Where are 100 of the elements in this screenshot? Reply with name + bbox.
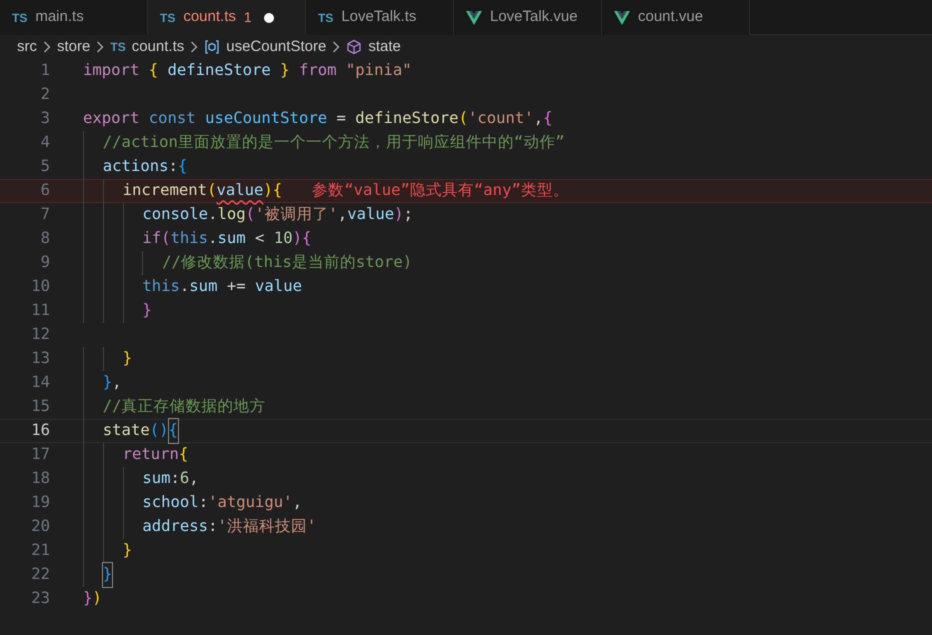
editor-tab[interactable]: count.vue (602, 0, 750, 35)
code-token: value (216, 180, 264, 202)
code-token: school (142, 492, 199, 514)
code-token: ; (404, 204, 413, 226)
code-token: { (178, 444, 188, 466)
code-token: = (336, 108, 347, 130)
line-number: 18 (30, 468, 50, 490)
line-number: 3 (40, 108, 50, 130)
line-number: 11 (30, 300, 50, 322)
code-token: } (122, 348, 132, 370)
code-token: ( (207, 180, 216, 202)
code-token: const (148, 108, 197, 130)
line-number: 17 (30, 444, 50, 466)
breadcrumb-item[interactable]: useCountStore (226, 36, 326, 58)
code-token: } (122, 540, 132, 562)
code-token: console (142, 204, 208, 226)
breadcrumb-item[interactable]: store (57, 36, 90, 58)
code-token: () (150, 420, 169, 442)
editor-tab[interactable]: LoveTalk.vue (454, 0, 602, 35)
line-number: 20 (30, 516, 50, 538)
line-number: 12 (30, 324, 50, 346)
code-token: increment (122, 180, 208, 202)
line-number: 14 (30, 372, 50, 394)
line-number: 7 (40, 204, 50, 226)
editor-tab[interactable]: TS main.ts (0, 0, 148, 35)
code-token: ) (92, 588, 102, 610)
line-number: 5 (40, 156, 50, 178)
code-token: ( (458, 108, 468, 130)
code-token: < (254, 228, 266, 250)
code-token: += (226, 276, 247, 298)
code-token: 6 (180, 468, 190, 490)
vue-logo-icon (614, 10, 630, 24)
editor-tab[interactable]: TS count.ts 1 (148, 0, 306, 35)
code-token: , (292, 492, 302, 514)
line-number: 15 (30, 396, 50, 418)
line-number: 13 (30, 348, 50, 370)
code-token: 'count' (468, 108, 534, 130)
tab-label: count.vue (638, 7, 704, 28)
code-token: { (272, 180, 282, 202)
code-token: 10 (274, 228, 293, 250)
chevron-right-icon (332, 41, 340, 53)
chevron-right-icon (43, 41, 51, 53)
code-token: . (180, 276, 190, 298)
editor-tab[interactable]: TS LoveTalk.ts (306, 0, 454, 35)
code-token: ( (161, 228, 171, 250)
line-number: 21 (30, 540, 50, 562)
code-token: export (83, 108, 140, 130)
code-token: value (255, 276, 302, 298)
code-token: useCountStore (205, 108, 328, 130)
code-token: : (170, 468, 180, 490)
code-token: } (102, 563, 112, 587)
code-token: . (208, 204, 218, 226)
chevron-right-icon (190, 41, 198, 53)
code-token: , (112, 372, 122, 394)
line-number: 8 (40, 228, 50, 250)
code-token: ) (263, 180, 273, 202)
code-token: value (347, 204, 394, 226)
tab-label: count.ts (183, 7, 236, 28)
line-number: 16 (30, 420, 50, 442)
code-token: return (122, 444, 179, 466)
code-token: sum (189, 276, 218, 298)
code-token: sum (217, 228, 246, 250)
inline-error-message: 参数“value”隐式具有“any”类型。 (312, 180, 569, 202)
breadcrumb-item[interactable]: src (17, 36, 37, 58)
code-token: , (189, 468, 199, 490)
typescript-file-icon: TS (160, 8, 176, 26)
code-token: : (208, 516, 218, 538)
code-token: //真正存储数据的地方 (102, 396, 266, 418)
code-token: , (338, 204, 348, 226)
code-token: { (168, 419, 178, 443)
line-number: 10 (30, 276, 50, 298)
line-number: 6 (40, 180, 50, 202)
typescript-file-icon: TS (12, 8, 28, 26)
code-token: ) (394, 204, 404, 226)
chevron-right-icon (96, 41, 104, 53)
code-token: state (102, 420, 150, 442)
code-token: actions (102, 156, 168, 178)
code-token: , (534, 108, 544, 130)
code-token: ) (292, 228, 302, 250)
breadcrumb-item[interactable]: state (368, 36, 401, 58)
code-token: : (168, 156, 178, 178)
tab-label: main.ts (35, 7, 84, 28)
code-token: '洪福科技园' (217, 516, 316, 538)
code-token: defineStore (355, 108, 459, 130)
code-token: "pinia" (346, 60, 412, 82)
breadcrumb-item[interactable]: count.ts (132, 36, 184, 58)
code-token: this (170, 228, 208, 250)
module-icon (204, 39, 220, 55)
line-number: 22 (30, 564, 50, 586)
line-number: 2 (40, 84, 50, 106)
code-token: : (198, 492, 208, 514)
typescript-file-icon: TS (110, 38, 126, 56)
cube-icon (346, 39, 362, 55)
code-token: this (142, 276, 180, 298)
tab-label: LoveTalk.vue (490, 7, 578, 28)
code-token: address (142, 516, 208, 538)
code-token: if (142, 228, 162, 250)
line-number: 1 (40, 60, 50, 82)
code-token: //修改数据(this是当前的store) (162, 252, 412, 274)
code-token: log (217, 204, 246, 226)
